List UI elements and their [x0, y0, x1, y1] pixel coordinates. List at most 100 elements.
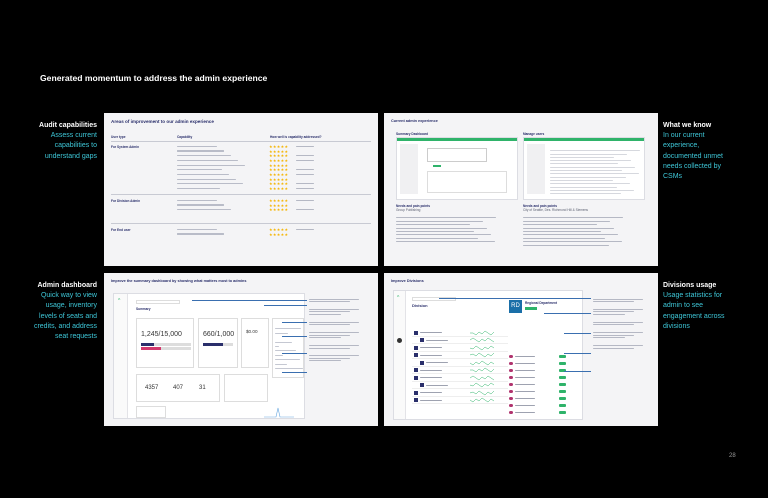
division-row[interactable]: [412, 367, 508, 374]
division-row[interactable]: [412, 344, 508, 352]
annotation-note: [309, 298, 373, 302]
stat-2: 407: [173, 385, 184, 391]
what-we-know-body-1: In our current: [663, 132, 705, 140]
annotation-note: [593, 308, 653, 315]
division-row[interactable]: [412, 389, 508, 397]
status-badge: [559, 376, 566, 379]
status-badge: [559, 397, 566, 400]
rating-stars: ★★★★★: [269, 186, 289, 192]
audit-label: Audit capabilities Assess current capabi…: [7, 121, 97, 162]
annotation-note: [593, 298, 653, 302]
seat-requests-list: [275, 325, 303, 369]
summary-dashboard-screenshot: [396, 137, 518, 200]
division-icon: [414, 345, 418, 350]
division-row[interactable]: [412, 359, 508, 367]
what-we-know-body-4: needs collected by: [663, 162, 721, 170]
admin-dashboard-body-5: seat requests: [54, 333, 97, 341]
what-we-know-body-3: documented unmet: [663, 152, 723, 160]
annotation-note: [309, 355, 373, 362]
division-row[interactable]: [412, 337, 508, 344]
dashboard-mock: ^ Summary 1,245/15,000 660/1,000 $0.00 4…: [113, 293, 305, 419]
balance-big-number: $0.00: [246, 329, 258, 334]
audit-body-3: understand gaps: [44, 152, 97, 160]
division-icon: [420, 360, 424, 365]
audit-heading: Audit capabilities: [39, 122, 97, 129]
annotation-note: [593, 332, 653, 339]
usage-sparkline: [470, 397, 494, 403]
user-avatar-icon: [509, 375, 513, 379]
admin-dashboard-heading: Admin dashboard: [37, 282, 97, 289]
dashboard-summary-title: Summary: [136, 307, 151, 311]
admin-dashboard-body-2: usage, inventory: [45, 302, 97, 310]
user-row[interactable]: [509, 409, 579, 416]
user-row[interactable]: [509, 381, 579, 388]
manage-users-rows: [550, 148, 642, 195]
status-badge: [559, 355, 566, 358]
user-avatar-icon: [509, 403, 513, 407]
audit-col-how: How well is capability addressed?: [270, 135, 322, 139]
audit-panel-title: Areas of improvement to our admin experi…: [111, 119, 214, 124]
divisions-mock: ^ Division RD Regional Department: [393, 290, 583, 420]
division-icon: [420, 338, 424, 342]
admin-dashboard-body-1: Quick way to view: [40, 292, 97, 300]
divisions-panel: Improve Divisions ^ Division RD Regional…: [384, 273, 658, 426]
user-avatar-icon: [509, 354, 513, 358]
audit-rows-division: ★★★★★ ★★★★★ ★★★★★: [177, 198, 367, 212]
audit-group-division: For Division Admin: [111, 199, 141, 203]
status-badge: [559, 362, 566, 365]
audit-group-system: For System Admin: [111, 145, 140, 149]
what-we-know-body-5: CSMs: [663, 173, 683, 181]
manage-users-screenshot: [523, 137, 645, 200]
user-row[interactable]: [509, 374, 579, 381]
user-avatar-icon: [509, 396, 513, 400]
usage-sparkline: [470, 390, 494, 395]
user-row[interactable]: [509, 402, 579, 409]
usage-sparkline: [470, 352, 494, 358]
divisions-usage-label: Divisions usage Usage statistics for adm…: [663, 281, 763, 332]
divisions-panel-title: Improve Divisions: [391, 279, 424, 283]
division-row[interactable]: [412, 352, 508, 359]
rating-stars: ★★★★★: [269, 207, 289, 213]
user-avatar-icon: [509, 368, 513, 372]
rating-stars: ★★★★★: [269, 231, 289, 237]
status-badge: [559, 404, 566, 407]
divisions-usage-body-3: engagement across: [663, 312, 725, 320]
current-experience-panel: Current admin experience Summary Dashboa…: [384, 113, 658, 266]
division-name: Regional Department: [525, 301, 558, 305]
usage-sparkline: [470, 360, 494, 365]
summary-dashboard-sub: Summary Dashboard: [396, 132, 429, 136]
user-row[interactable]: [509, 353, 579, 360]
page-number: 28: [729, 453, 736, 459]
user-avatar-icon: [509, 361, 513, 365]
division-icon: [420, 383, 424, 387]
seats-big-number: 1,245/15,000: [141, 331, 182, 338]
division-row[interactable]: [412, 374, 508, 382]
audit-group-enduser: For End user: [111, 228, 131, 232]
division-row[interactable]: [412, 382, 508, 389]
divisions-header: Division: [412, 303, 428, 308]
division-icon: [414, 390, 418, 395]
division-icon: [414, 353, 418, 357]
admin-dashboard-body-3: levels of seats and: [39, 312, 97, 320]
stat-3: 31: [199, 385, 206, 391]
annotation-note: [309, 321, 373, 326]
divisions-usage-body-1: Usage statistics for: [663, 292, 723, 300]
user-row[interactable]: [509, 360, 579, 367]
what-we-know-body-2: experience,: [663, 142, 700, 150]
dashboard-panel: Improve the summary dashboard by showing…: [104, 273, 378, 426]
user-avatar-icon: [509, 410, 513, 414]
user-row[interactable]: [509, 395, 579, 402]
divisions-annotations: [593, 297, 653, 349]
division-users: [509, 353, 579, 416]
division-row[interactable]: [412, 397, 508, 404]
audit-body-1: Assess current: [50, 132, 97, 140]
usage-sparkline: [470, 345, 494, 350]
division-icon: [414, 368, 418, 372]
right-needs-lines: [523, 215, 633, 246]
usage-sparkline: [470, 367, 494, 373]
what-we-know-label: What we know In our current experience, …: [663, 121, 763, 182]
audit-rows-enduser: ★★★★★ ★★★★★: [177, 227, 367, 237]
division-row[interactable]: [412, 329, 508, 337]
what-we-know-heading: What we know: [663, 122, 712, 129]
user-row[interactable]: [509, 388, 579, 395]
